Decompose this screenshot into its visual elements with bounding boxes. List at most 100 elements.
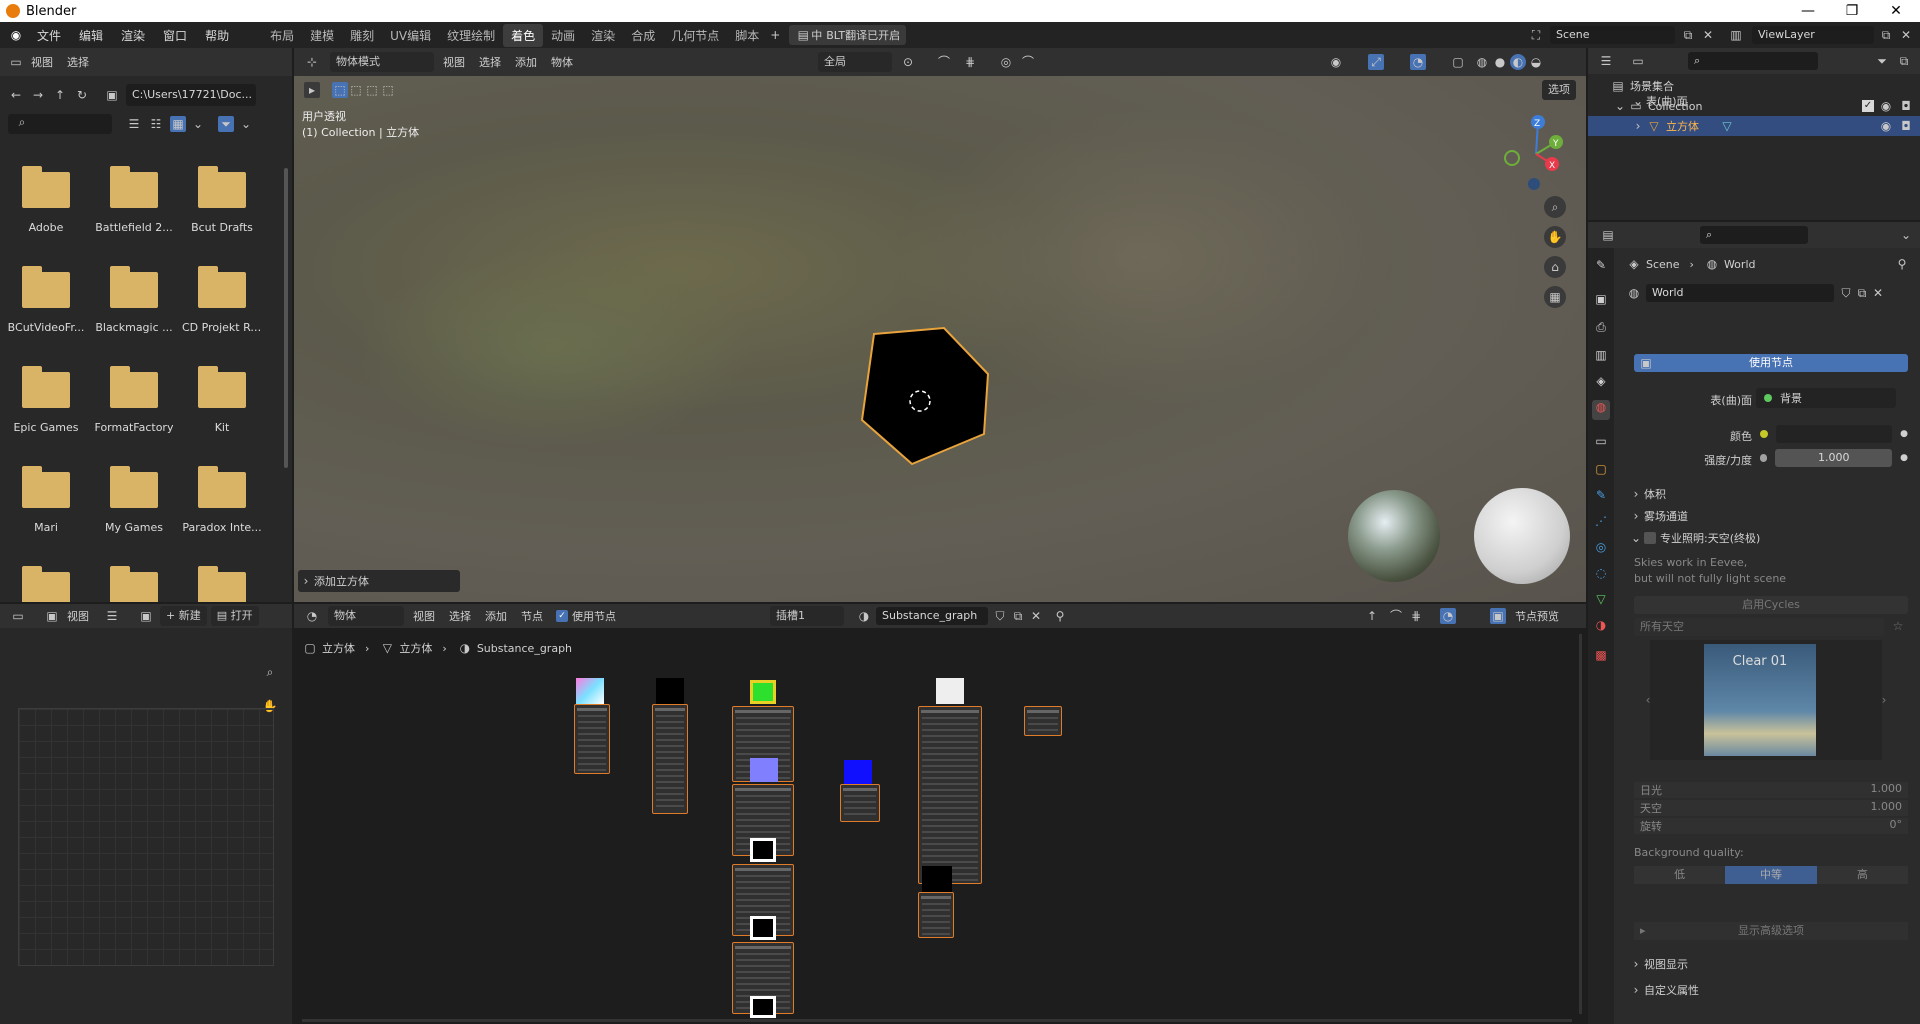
duplicate-material-icon[interactable]: ⧉: [1010, 608, 1026, 624]
scene-tab-icon[interactable]: ◈: [1592, 374, 1610, 394]
ne-menu-node[interactable]: 节点: [514, 608, 550, 624]
editor-type-icon[interactable]: ◔: [304, 608, 320, 624]
menu-edit[interactable]: 编辑: [70, 27, 112, 44]
node-scrollbar[interactable]: [302, 1019, 1572, 1022]
world-tab-icon[interactable]: ◍: [1592, 400, 1610, 420]
blt-translate-badge[interactable]: ▤ 中 BLT翻译已开启: [789, 25, 907, 45]
refresh-icon[interactable]: ↻: [74, 87, 90, 103]
vp-menu-view[interactable]: 视图: [436, 54, 472, 70]
folder-item[interactable]: CD Projekt Red: [182, 266, 262, 334]
folder-item[interactable]: [182, 566, 262, 602]
snap-target-icon[interactable]: ⋕: [962, 54, 978, 70]
folder-item[interactable]: [6, 566, 86, 602]
sun-field[interactable]: 日光 1.000: [1634, 782, 1908, 798]
folder-item[interactable]: FormatFactory: [94, 366, 174, 434]
shader-type-dropdown[interactable]: 物体: [328, 606, 404, 626]
delete-scene-icon[interactable]: ✕: [1700, 27, 1716, 43]
editor-type-icon[interactable]: ▭: [10, 608, 26, 624]
pin-icon[interactable]: ⚲: [1052, 608, 1068, 624]
node-vscrollbar[interactable]: [1579, 634, 1582, 1014]
unlink-world-icon[interactable]: ✕: [1870, 285, 1886, 301]
back-icon[interactable]: ←: [8, 87, 24, 103]
collection-tab-icon[interactable]: ▭: [1592, 434, 1610, 454]
open-image-button[interactable]: ▤ 打开: [210, 606, 259, 626]
folder-item[interactable]: Mari: [6, 466, 86, 534]
tool-tab-icon[interactable]: ✎: [1592, 258, 1610, 278]
sky-category-dropdown[interactable]: 所有天空: [1634, 618, 1884, 636]
scene-field[interactable]: Scene: [1550, 26, 1675, 44]
expand-right-icon[interactable]: ›: [1630, 118, 1646, 134]
keyframe-dot-icon[interactable]: ●: [1900, 429, 1908, 439]
list-horizontal-icon[interactable]: ☷: [148, 116, 164, 132]
proportional-edit-icon[interactable]: ◎: [998, 54, 1014, 70]
snap-icon[interactable]: ⌒: [936, 54, 952, 70]
pin-icon[interactable]: ⚲: [1894, 256, 1910, 272]
material-name-field[interactable]: Substance_graph: [876, 607, 988, 625]
tab-shading[interactable]: 着色: [503, 23, 544, 47]
menu-hamburger-icon[interactable]: ☰: [104, 608, 120, 624]
material-tab-icon[interactable]: ◑: [1592, 618, 1610, 638]
gizmo-toggle-icon[interactable]: ⤢: [1368, 54, 1384, 70]
folder-item[interactable]: BCutVideoFr...: [6, 266, 86, 334]
shader-node[interactable]: [574, 704, 610, 774]
tab-texture-paint[interactable]: 纹理绘制: [439, 24, 503, 47]
object-tab-icon[interactable]: ▢: [1592, 462, 1610, 482]
texture-tab-icon[interactable]: ▩: [1592, 648, 1610, 668]
tab-rendering[interactable]: 渲染: [583, 24, 623, 47]
folder-item[interactable]: Epic Games: [6, 366, 86, 434]
ne-menu-select[interactable]: 选择: [442, 608, 478, 624]
uv-grid[interactable]: [18, 708, 274, 966]
camera-icon[interactable]: ⌂: [1544, 256, 1566, 278]
custom-props-panel-header[interactable]: › 自定义属性: [1628, 982, 1699, 998]
filter-dropdown-icon[interactable]: ⌄: [238, 116, 254, 132]
delete-viewlayer-icon[interactable]: ✕: [1898, 27, 1914, 43]
selected-cube[interactable]: [844, 324, 994, 474]
particles-tab-icon[interactable]: ⋰: [1592, 514, 1610, 534]
keyframe-dot-icon[interactable]: ●: [1900, 453, 1908, 463]
next-sky-icon[interactable]: ›: [1876, 692, 1892, 708]
folder-item[interactable]: [94, 566, 174, 602]
new-viewlayer-icon[interactable]: ⧉: [1878, 27, 1894, 43]
parent-dir-icon[interactable]: ↑: [52, 87, 68, 103]
display-dropdown-icon[interactable]: ⌄: [190, 116, 206, 132]
properties-type-icon[interactable]: ▤: [1600, 227, 1616, 243]
duplicate-world-icon[interactable]: ⧉: [1854, 285, 1870, 301]
blender-menu-icon[interactable]: ◉: [8, 27, 24, 43]
vp-menu-select[interactable]: 选择: [472, 54, 508, 70]
fb-menu-view[interactable]: 视图: [24, 54, 60, 70]
editor-type-icon[interactable]: ▭: [8, 54, 24, 70]
quality-medium-option[interactable]: 中等: [1725, 866, 1817, 884]
wireframe-shading-icon[interactable]: ◍: [1474, 54, 1490, 70]
vp-menu-add[interactable]: 添加: [508, 54, 544, 70]
image-browse-icon[interactable]: ▣: [138, 608, 154, 624]
tab-sculpting[interactable]: 雕刻: [342, 24, 382, 47]
use-nodes-checkbox[interactable]: ✓: [556, 610, 568, 622]
select-subtract-icon[interactable]: ⬚: [364, 82, 380, 98]
prev-sky-icon[interactable]: ‹: [1640, 692, 1656, 708]
ne-menu-view[interactable]: 视图: [406, 608, 442, 624]
overlay-toggle-icon[interactable]: ◔: [1410, 54, 1426, 70]
view-mode-icon[interactable]: ▣: [44, 608, 60, 624]
pro-lighting-checkbox[interactable]: [1644, 532, 1656, 544]
favorite-star-icon[interactable]: ☆: [1890, 618, 1906, 634]
new-collection-icon[interactable]: ⧉: [1896, 53, 1912, 69]
unlink-material-icon[interactable]: ✕: [1028, 608, 1044, 624]
visibility-icon[interactable]: ◉: [1328, 54, 1344, 70]
parent-tree-icon[interactable]: ↑: [1364, 608, 1380, 624]
properties-search-input[interactable]: ⌕: [1700, 226, 1808, 244]
material-browse-icon[interactable]: ◑: [856, 608, 872, 624]
physics-tab-icon[interactable]: ◎: [1592, 540, 1610, 560]
menu-help[interactable]: 帮助: [196, 27, 238, 44]
display-mode-icon[interactable]: ▭: [1630, 53, 1646, 69]
new-folder-icon[interactable]: ▣: [104, 87, 120, 103]
world-browse-icon[interactable]: ◍: [1626, 285, 1642, 301]
mode-dropdown[interactable]: 物体模式: [330, 52, 434, 72]
outliner-search-input[interactable]: ⌕: [1688, 52, 1818, 70]
slot-dropdown[interactable]: 插槽1: [770, 606, 844, 626]
shader-node[interactable]: [652, 704, 688, 814]
tab-animation[interactable]: 动画: [543, 24, 583, 47]
ne-menu-add[interactable]: 添加: [478, 608, 514, 624]
folder-item[interactable]: Bcut Drafts: [182, 166, 262, 234]
fb-menu-select[interactable]: 选择: [60, 54, 96, 70]
folder-item[interactable]: My Games: [94, 466, 174, 534]
